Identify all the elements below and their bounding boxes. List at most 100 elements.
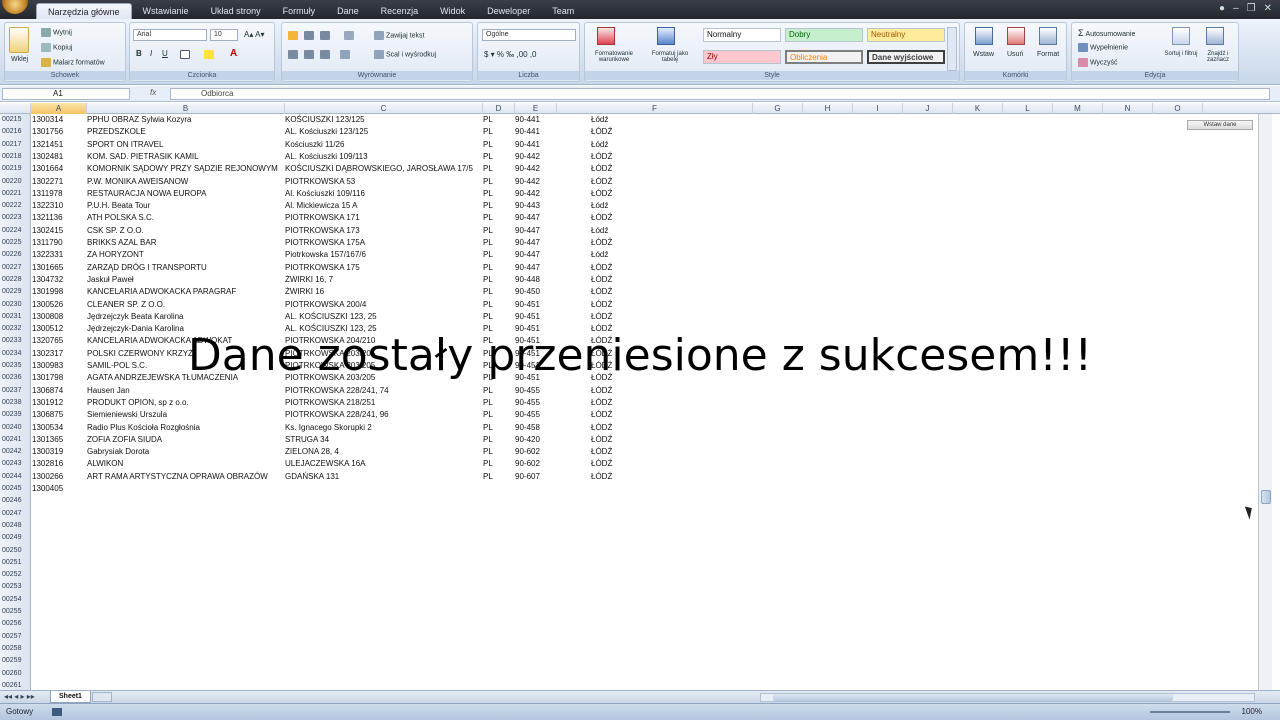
cell-c[interactable]: ŻWIRKI 16 <box>285 286 481 298</box>
cell-e[interactable]: 90-455 <box>515 385 555 397</box>
ribbon-tab[interactable]: Wstawianie <box>132 3 200 19</box>
cell-f[interactable]: Łódź <box>591 114 631 126</box>
cell-b[interactable]: Hausen Jan <box>87 385 283 397</box>
paste-button[interactable]: Wklej <box>11 56 28 63</box>
style-calculation[interactable]: Obliczenia <box>785 50 863 64</box>
cell-a[interactable]: 1302415 <box>32 225 84 237</box>
cell-d[interactable]: PL <box>483 274 511 286</box>
fx-icon[interactable]: fx <box>150 88 156 97</box>
cell-c[interactable]: PIOTRKOWSKA 228/241, 74 <box>285 385 481 397</box>
column-header[interactable]: B <box>87 103 285 114</box>
row-header[interactable]: 00215 <box>0 114 31 126</box>
cut-button[interactable]: Wytnij <box>41 28 72 37</box>
cell-a[interactable]: 1301664 <box>32 163 84 175</box>
zoom-slider[interactable] <box>1150 711 1230 713</box>
minimize-icon[interactable]: – <box>1233 3 1239 14</box>
cell-b[interactable]: KOMORNIK SĄDOWY PRZY SĄDZIE REJONOWYM <box>87 163 283 175</box>
column-header[interactable]: J <box>903 103 953 114</box>
restore-icon[interactable]: ❐ <box>1247 3 1256 14</box>
cell-c[interactable]: STRUGA 34 <box>285 434 481 446</box>
cell-f[interactable]: ŁÓDŹ <box>591 286 631 298</box>
cell-d[interactable]: PL <box>483 249 511 261</box>
cell-c[interactable]: AL. KOŚCIUSZKI 123, 25 <box>285 311 481 323</box>
cell-b[interactable]: CLEANER SP. Z O.O. <box>87 299 283 311</box>
cell-b[interactable]: ZA HORYZONT <box>87 249 283 261</box>
cell-d[interactable]: PL <box>483 458 511 470</box>
row-header[interactable]: 00250 <box>0 545 31 557</box>
delete-cells-button[interactable]: Usuń <box>1007 51 1023 58</box>
cell-e[interactable]: 90-442 <box>515 176 555 188</box>
worksheet-grid[interactable]: 1300314 PPHU OBRAZ Sylwia Kozyra KOŚCIUSZK… <box>31 114 1258 690</box>
cell-e[interactable]: 90-455 <box>515 397 555 409</box>
cell-e[interactable]: 90-441 <box>515 139 555 151</box>
cell-a[interactable]: 1300314 <box>32 114 84 126</box>
font-size-select[interactable]: 10 <box>210 29 238 41</box>
grow-font-icon[interactable]: A▴ A▾ <box>244 30 264 39</box>
fill-button[interactable]: Wypełnienie <box>1078 43 1128 52</box>
cell-a[interactable]: 1306875 <box>32 409 84 421</box>
cell-f[interactable]: ŁÓDŹ <box>591 151 631 163</box>
help-icon[interactable]: ● <box>1219 3 1225 14</box>
column-header[interactable]: M <box>1053 103 1103 114</box>
cell-a[interactable]: 1304732 <box>32 274 84 286</box>
indent-icon[interactable] <box>340 50 350 59</box>
cell-e[interactable]: 90-443 <box>515 200 555 212</box>
column-header[interactable]: K <box>953 103 1003 114</box>
conditional-format-button[interactable]: Formatowanie warunkowe <box>587 51 641 63</box>
cell-a[interactable]: 1321451 <box>32 139 84 151</box>
cell-d[interactable]: PL <box>483 163 511 175</box>
clear-button[interactable]: Wyczyść <box>1078 58 1118 67</box>
row-header[interactable]: 00260 <box>0 668 31 680</box>
cell-a[interactable]: 1300405 <box>32 483 84 495</box>
cell-b[interactable]: PRODUKT OPION, sp z o.o. <box>87 397 283 409</box>
row-header[interactable]: 00252 <box>0 569 31 581</box>
cell-b[interactable]: Siemieniewski Urszula <box>87 409 283 421</box>
row-header[interactable]: 00254 <box>0 594 31 606</box>
cell-a[interactable]: 1300266 <box>32 471 84 483</box>
cell-e[interactable]: 90-602 <box>515 458 555 470</box>
cell-e[interactable]: 90-451 <box>515 299 555 311</box>
horizontal-scrollbar[interactable] <box>760 693 1255 702</box>
cell-c[interactable]: PIOTRKOWSKA 175 <box>285 262 481 274</box>
cell-e[interactable]: 90-450 <box>515 286 555 298</box>
macro-record-icon[interactable] <box>52 708 62 716</box>
cell-d[interactable]: PL <box>483 471 511 483</box>
cell-f[interactable]: ŁÓDŹ <box>591 434 631 446</box>
office-button[interactable] <box>2 0 28 14</box>
cell-d[interactable]: PL <box>483 212 511 224</box>
cell-b[interactable]: KOM. SAD. PIETRASIK KAMIL <box>87 151 283 163</box>
italic-button[interactable]: I <box>150 49 152 58</box>
cell-f[interactable]: Łódź <box>591 139 631 151</box>
cell-b[interactable]: PPHU OBRAZ Sylwia Kozyra <box>87 114 283 126</box>
cell-a[interactable]: 1301998 <box>32 286 84 298</box>
row-header[interactable]: 00229 <box>0 286 31 298</box>
cell-b[interactable]: CSK SP. Z O.O. <box>87 225 283 237</box>
cell-a[interactable]: 1306874 <box>32 385 84 397</box>
row-header[interactable]: 00227 <box>0 262 31 274</box>
autosum-button[interactable]: Σ Autosumowanie <box>1078 28 1135 38</box>
cell-a[interactable]: 1302481 <box>32 151 84 163</box>
cell-a[interactable]: 1302816 <box>32 458 84 470</box>
cell-b[interactable]: KANCELARIA ADWOKACKA PARAGRAF <box>87 286 283 298</box>
cell-d[interactable]: PL <box>483 286 511 298</box>
cell-f[interactable]: ŁÓDŹ <box>591 422 631 434</box>
name-box[interactable]: A1 <box>2 88 130 100</box>
row-header[interactable]: 00221 <box>0 188 31 200</box>
cell-c[interactable]: Al. Mickiewicza 15 A <box>285 200 481 212</box>
cell-f[interactable]: ŁÓDŹ <box>591 262 631 274</box>
cell-d[interactable]: PL <box>483 237 511 249</box>
cell-b[interactable]: ART RAMA ARTYSTYCZNA OPRAWA OBRAZÓW <box>87 471 283 483</box>
cell-a[interactable]: 1321136 <box>32 212 84 224</box>
cell-e[interactable]: 90-447 <box>515 262 555 274</box>
ribbon-tab[interactable]: Widok <box>429 3 476 19</box>
merge-center-button[interactable]: Scal i wyśrodkuj <box>374 50 436 59</box>
cell-c[interactable]: AL. Kościuszki 109/113 <box>285 151 481 163</box>
cell-b[interactable]: ALWIKON <box>87 458 283 470</box>
cell-e[interactable]: 90-451 <box>515 311 555 323</box>
cell-c[interactable]: AL. Kościuszki 123/125 <box>285 126 481 138</box>
cell-a[interactable]: 1322331 <box>32 249 84 261</box>
cell-e[interactable]: 90-447 <box>515 249 555 261</box>
column-header[interactable]: O <box>1153 103 1203 114</box>
cell-f[interactable]: ŁÓDŹ <box>591 274 631 286</box>
underline-button[interactable]: U <box>162 49 168 58</box>
